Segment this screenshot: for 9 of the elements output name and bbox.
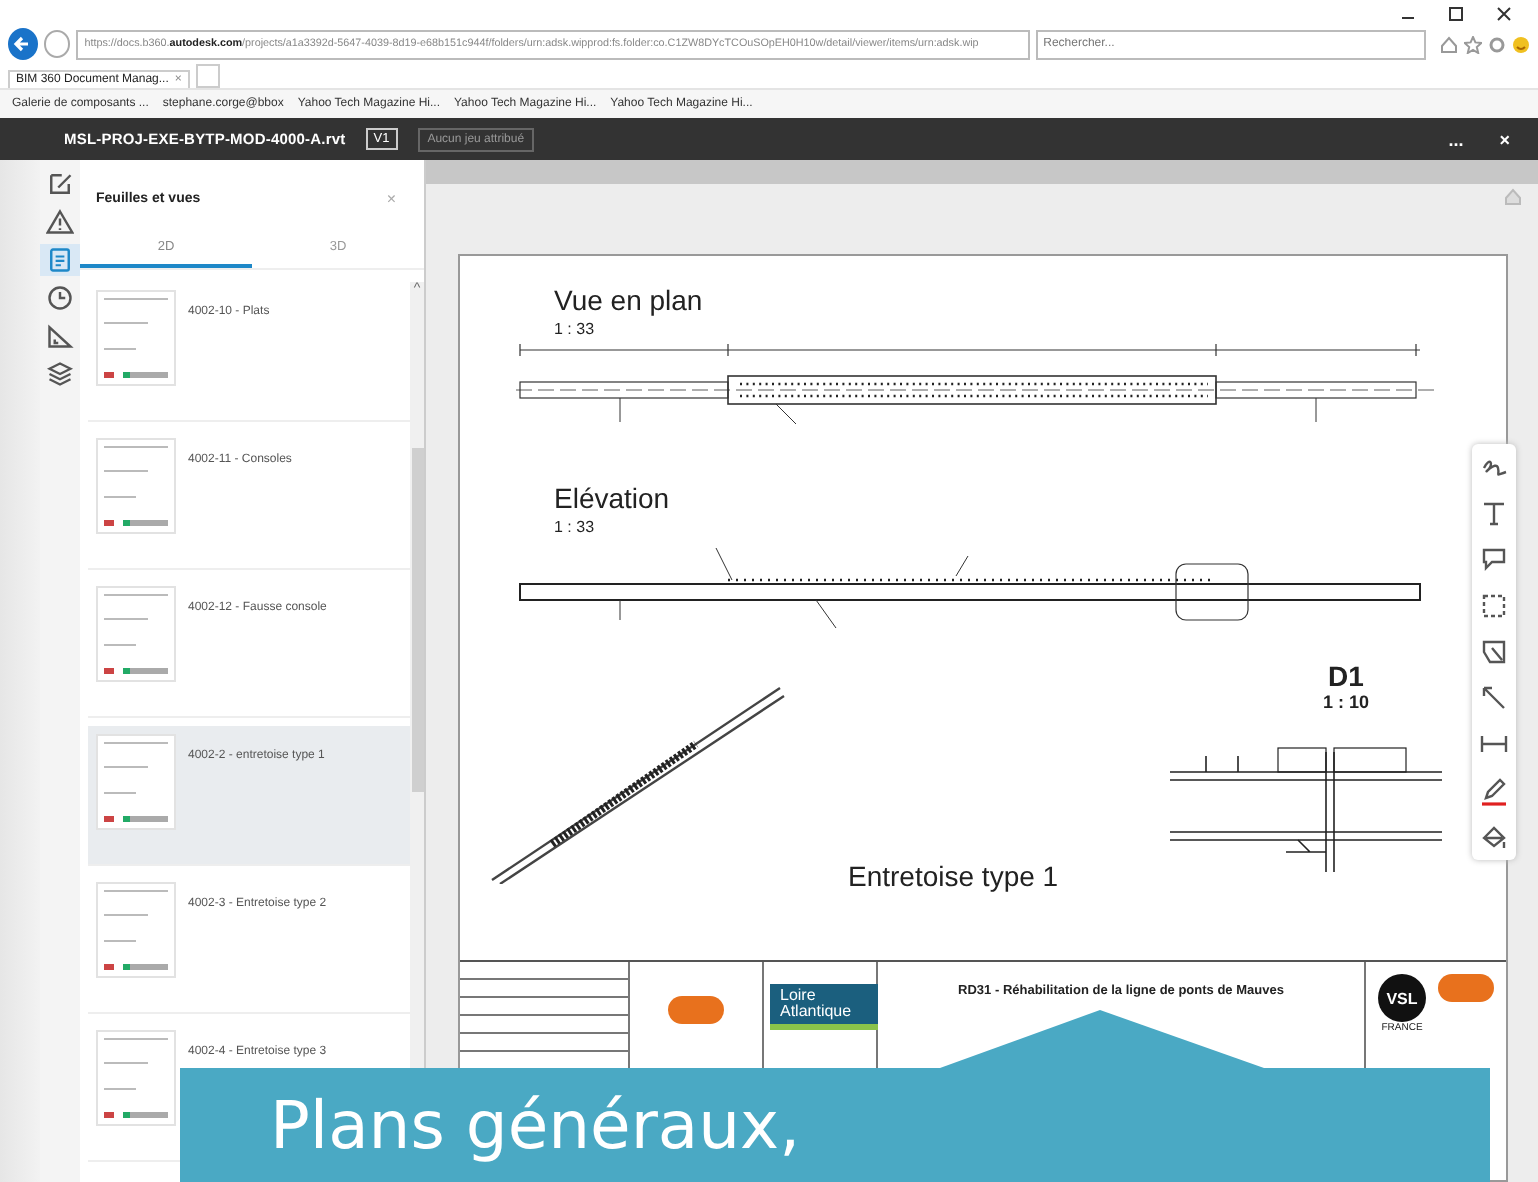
scale-label: 1 : 33 xyxy=(552,320,597,338)
client-logo: Loire Atlantique xyxy=(770,984,878,1030)
view-title: Entretoise type 1 xyxy=(848,860,1059,892)
scale-label: 1 : 10 xyxy=(1322,692,1369,712)
view-title: Elévation xyxy=(552,482,672,514)
view-title: Vue en plan xyxy=(552,284,705,316)
partner-logo: VSL xyxy=(1378,974,1426,1022)
scale-label: 1 : 33 xyxy=(552,518,597,536)
detail-title: D1 xyxy=(1328,660,1364,692)
